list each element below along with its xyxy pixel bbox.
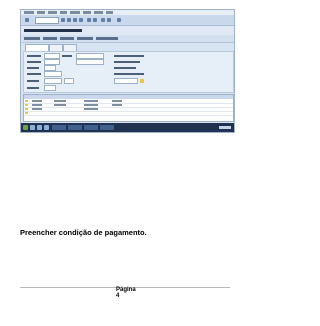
- field-label: [114, 73, 144, 75]
- form-field: [44, 71, 62, 77]
- field-label: [27, 67, 39, 69]
- table-cell: [84, 108, 98, 110]
- row-marker: [25, 104, 28, 106]
- app-button: [43, 37, 57, 40]
- command-field: [35, 17, 59, 24]
- table-cell: [112, 104, 122, 106]
- sap-items-table: [23, 94, 234, 122]
- taskbar-icon: [30, 125, 35, 130]
- field-label: [27, 87, 39, 89]
- taskbar-icon: [44, 125, 49, 130]
- field-label: [114, 61, 140, 63]
- form-field: [114, 78, 138, 84]
- menu-item: [83, 11, 91, 14]
- table-cell: [54, 100, 66, 102]
- warning-icon: [140, 79, 144, 83]
- menu-item: [37, 11, 45, 14]
- form-field: [44, 85, 56, 91]
- field-label: [27, 55, 41, 57]
- confirm-icon: [25, 18, 29, 22]
- sap-application-toolbar: [21, 35, 234, 43]
- exit-icon: [73, 18, 77, 22]
- menu-item: [106, 11, 113, 14]
- page-down-icon: [107, 18, 111, 22]
- field-label: [27, 73, 41, 75]
- taskbar-app: [100, 125, 114, 130]
- sap-screen-title: [24, 29, 82, 32]
- field-label: [27, 61, 41, 63]
- cancel-icon: [79, 18, 83, 22]
- page-number: 4: [116, 293, 120, 299]
- field-label: [114, 55, 144, 57]
- table-cell: [84, 104, 98, 106]
- taskbar-app: [84, 125, 98, 130]
- menu-item: [70, 11, 80, 14]
- menu-item: [60, 11, 67, 14]
- page-up-icon: [101, 18, 105, 22]
- table-cell: [112, 100, 122, 102]
- row-marker: [25, 108, 28, 110]
- table-cell: [32, 104, 42, 106]
- field-label: [114, 67, 136, 69]
- sap-screenshot-image: [20, 9, 235, 133]
- form-field: [64, 78, 74, 84]
- menu-item: [94, 11, 103, 14]
- app-button: [96, 37, 118, 40]
- system-tray: [219, 126, 231, 129]
- back-icon: [67, 18, 71, 22]
- app-button: [77, 37, 93, 40]
- document-page: Preencher condição de pagamento. Página …: [0, 0, 252, 326]
- table-cell: [32, 100, 42, 102]
- menu-item: [24, 11, 34, 14]
- field-label: [27, 80, 39, 82]
- save-icon: [61, 18, 65, 22]
- windows-taskbar: [21, 123, 234, 132]
- sap-form-area: [23, 51, 234, 93]
- app-button: [60, 37, 74, 40]
- print-icon: [87, 18, 91, 22]
- help-icon: [117, 18, 121, 22]
- app-button: [24, 37, 40, 40]
- table-cell: [54, 104, 66, 106]
- instruction-caption: Preencher condição de pagamento.: [20, 228, 147, 237]
- row-marker: [25, 100, 28, 102]
- table-row: [24, 112, 233, 116]
- taskbar-icon: [37, 125, 42, 130]
- menu-item: [48, 11, 57, 14]
- field-label: [62, 55, 72, 57]
- find-icon: [93, 18, 97, 22]
- table-header: [24, 95, 233, 99]
- sap-title-bar: [21, 26, 234, 35]
- taskbar-app: [68, 125, 82, 130]
- table-cell: [32, 108, 42, 110]
- taskbar-app: [52, 125, 66, 130]
- table-cell: [84, 100, 98, 102]
- start-icon: [23, 125, 28, 130]
- form-field: [76, 59, 104, 65]
- form-field: [44, 78, 62, 84]
- row-marker: [25, 112, 28, 114]
- sap-standard-toolbar: [21, 15, 234, 26]
